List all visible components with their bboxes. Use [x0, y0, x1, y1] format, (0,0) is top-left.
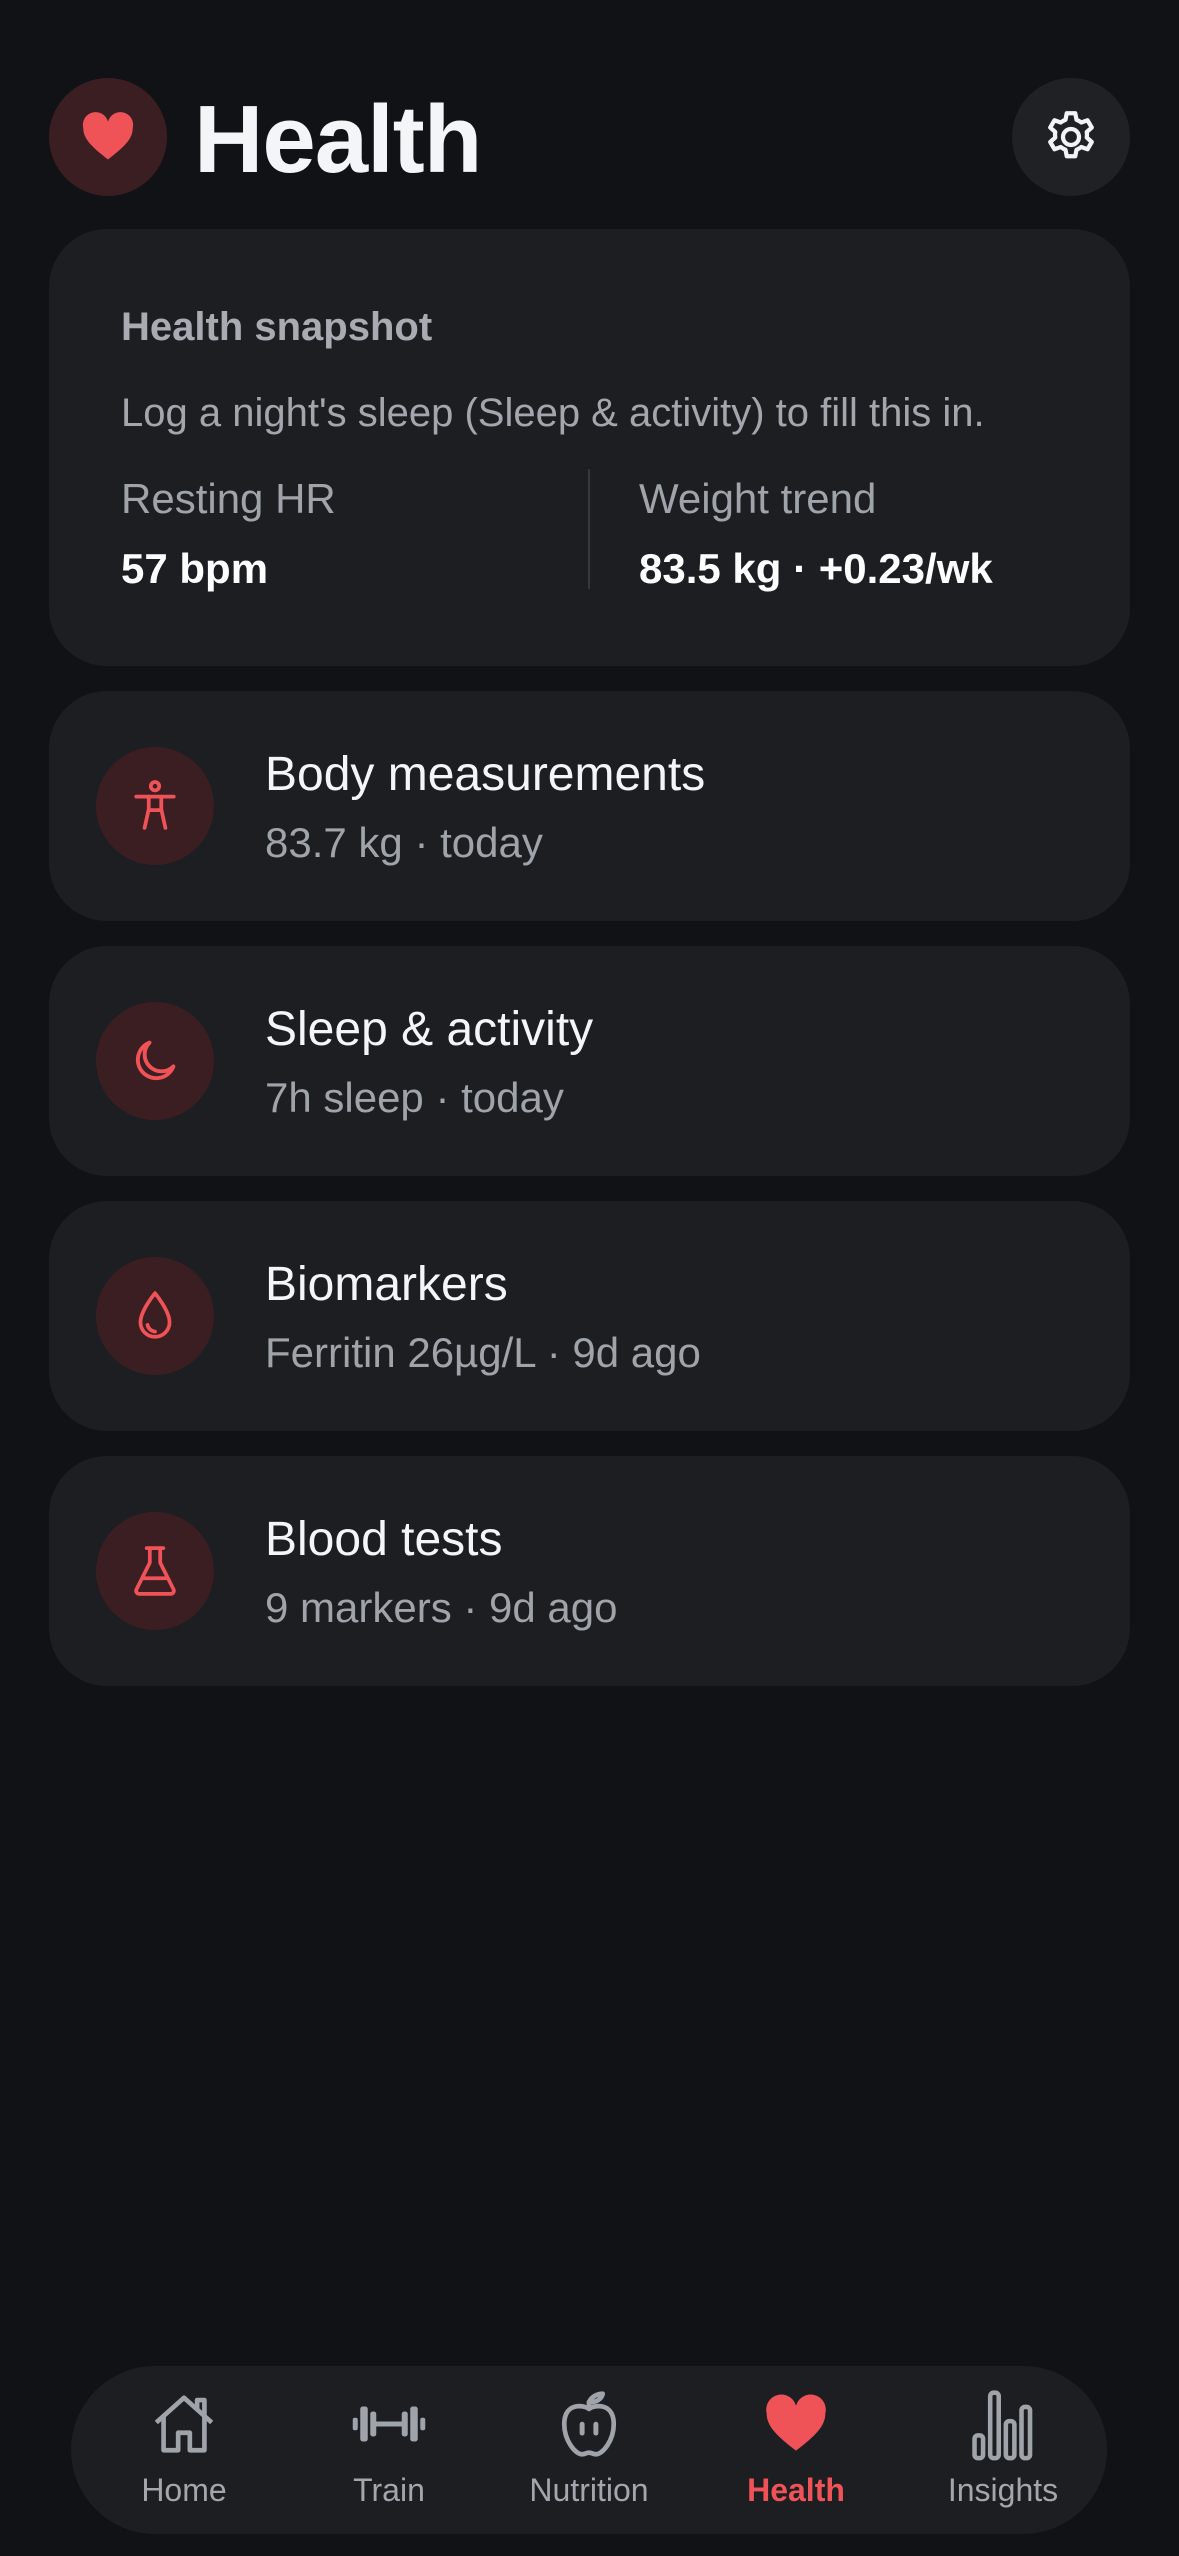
bottom-nav: Home Train Nutrition Health Insights: [71, 2366, 1107, 2534]
list-item-title: Biomarkers: [265, 1258, 508, 1311]
health-screen: Health Health snapshot Log a night's sle…: [0, 0, 1179, 2556]
weight-trend-stat: Weight trend 83.5 kg · +0.23/wk: [639, 475, 993, 593]
list-item-title: Sleep & activity: [265, 1003, 594, 1056]
nav-item-train[interactable]: Train: [294, 2384, 484, 2524]
resting-hr-stat: Resting HR 57 bpm: [121, 475, 336, 593]
gear-icon: [1048, 111, 1094, 159]
list-item-title: Blood tests: [265, 1513, 503, 1566]
apple-icon: [561, 2391, 617, 2457]
nav-item-nutrition[interactable]: Nutrition: [494, 2384, 684, 2524]
blood-tests-card[interactable]: Blood tests 9 markers · 9d ago: [49, 1456, 1130, 1686]
dumbbell-icon: [352, 2406, 426, 2442]
body-icon: [96, 747, 214, 865]
resting-hr-value: 57 bpm: [121, 545, 269, 592]
nav-item-health[interactable]: Health: [701, 2384, 891, 2524]
stat-divider: [588, 469, 590, 589]
snapshot-description: Log a night's sleep (Sleep & activity) t…: [121, 391, 985, 435]
settings-button[interactable]: [1012, 78, 1130, 196]
biomarkers-card[interactable]: Biomarkers Ferritin 26µg/L · 9d ago: [49, 1201, 1130, 1431]
list-item-subtitle: 83.7 kg · today: [265, 819, 543, 866]
health-snapshot-card: Health snapshot Log a night's sleep (Sle…: [49, 229, 1130, 666]
nav-label: Insights: [947, 2472, 1059, 2508]
weight-trend-value: 83.5 kg · +0.23/wk: [639, 545, 993, 592]
nav-label: Nutrition: [529, 2472, 649, 2508]
list-item-subtitle: Ferritin 26µg/L · 9d ago: [265, 1329, 701, 1376]
moon-icon: [96, 1002, 214, 1120]
resting-hr-label: Resting HR: [121, 475, 336, 522]
snapshot-title: Health snapshot: [121, 305, 433, 349]
nav-item-home[interactable]: Home: [89, 2384, 279, 2524]
drop-icon: [96, 1257, 214, 1375]
list-item-subtitle: 9 markers · 9d ago: [265, 1584, 618, 1631]
list-item-title: Body measurements: [265, 748, 706, 801]
nav-label: Home: [141, 2472, 227, 2508]
heart-icon: [49, 78, 167, 196]
sleep-activity-card[interactable]: Sleep & activity 7h sleep · today: [49, 946, 1130, 1176]
bar-chart-icon: [972, 2390, 1033, 2461]
heart-icon: [766, 2394, 826, 2451]
page-title: Health: [194, 86, 482, 193]
flask-icon: [96, 1512, 214, 1630]
nav-label: Health: [747, 2472, 845, 2508]
home-icon: [154, 2395, 214, 2453]
nav-label: Train: [353, 2472, 425, 2508]
body-measurements-card[interactable]: Body measurements 83.7 kg · today: [49, 691, 1130, 921]
list-item-subtitle: 7h sleep · today: [265, 1074, 564, 1121]
nav-item-insights[interactable]: Insights: [908, 2384, 1098, 2524]
header: Health: [49, 78, 1130, 198]
weight-trend-label: Weight trend: [639, 475, 877, 522]
